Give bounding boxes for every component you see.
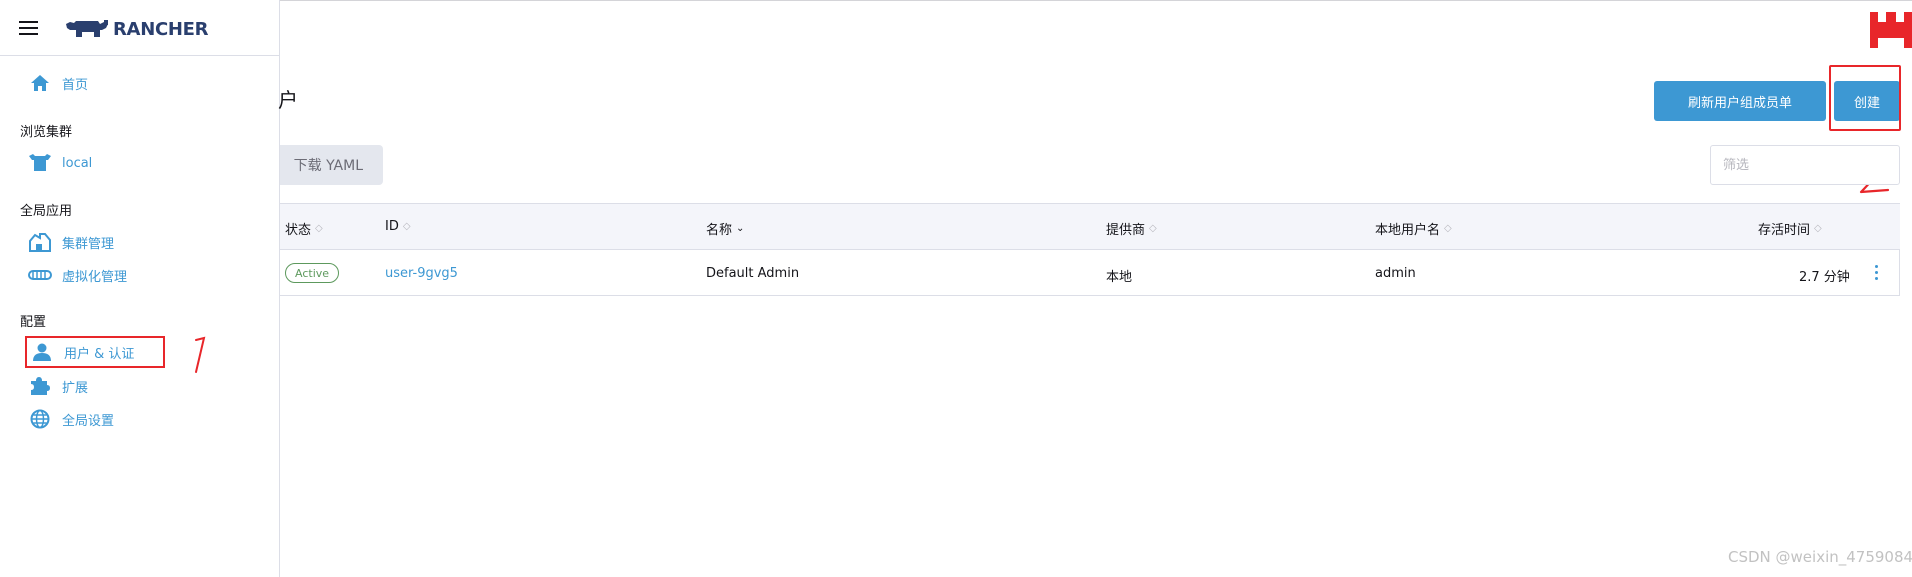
column-label: 提供商 — [1106, 223, 1146, 238]
watermark: CSDN @weixin_47590846 — [1728, 548, 1912, 566]
sidebar-item-home[interactable]: 首页 — [28, 71, 88, 95]
sidebar-item-global-settings[interactable]: 全局设置 — [28, 407, 114, 431]
rancher-cow-icon — [66, 20, 108, 37]
annotation-step-1 — [195, 336, 206, 373]
row-actions-icon[interactable] — [1869, 262, 1885, 282]
table-header: 状态 ◇ ID ◇ 名称 ⌄ 提供商 ◇ 本地用户名 ◇ 存活时间 ◇ — [280, 204, 1900, 250]
button-label: 下载 YAML — [293, 158, 363, 174]
sort-icon: ◇ — [1149, 223, 1157, 234]
sidebar-item-label: 用户 & 认证 — [64, 346, 135, 362]
page-title: 户 — [278, 88, 298, 112]
download-yaml-button[interactable]: 下载 YAML — [280, 145, 383, 185]
sort-icon: ◇ — [315, 223, 323, 234]
sidebar-item-users-auth[interactable]: 用户 & 认证 — [25, 336, 165, 368]
sidebar-item-label: 扩展 — [62, 380, 89, 396]
sidebar-item-label: 全局设置 — [62, 413, 115, 429]
button-label: 刷新用户组成员单 — [1687, 95, 1792, 111]
sidebar-item-label: 虚拟化管理 — [62, 269, 128, 285]
nav-group-title: 全局应用 — [20, 204, 73, 219]
column-label: 存活时间 — [1758, 223, 1811, 238]
user-id-link[interactable]: user-9gvg5 — [385, 266, 458, 281]
sidebar-item-label: local — [62, 155, 93, 171]
sort-icon: ◇ — [1444, 223, 1452, 234]
brand-corner-icon[interactable] — [1870, 12, 1912, 48]
globe-icon — [28, 409, 52, 429]
menu-icon[interactable] — [19, 21, 38, 35]
users-table: 状态 ◇ ID ◇ 名称 ⌄ 提供商 ◇ 本地用户名 ◇ 存活时间 ◇ Active use… — [280, 203, 1900, 296]
cow-icon — [28, 153, 52, 173]
top-border — [0, 0, 1912, 1]
refresh-group-membership-button[interactable]: 刷新用户组成员单 — [1654, 81, 1826, 121]
nav-group-title: 浏览集群 — [20, 125, 73, 140]
sidebar-header: RANCHER — [0, 0, 280, 56]
sidebar-item-label: 首页 — [62, 77, 89, 93]
puzzle-icon — [28, 376, 52, 396]
sidebar-item-cluster-management[interactable]: 集群管理 — [28, 230, 114, 254]
user-age: 2.7 分钟 — [1799, 270, 1850, 285]
column-header-username[interactable]: 本地用户名 ◇ — [1375, 219, 1452, 238]
column-label: 状态 — [285, 223, 312, 238]
user-icon — [30, 342, 54, 362]
sidebar: RANCHER 首页 浏览集群 local 全局应用 集群管理 虚拟化管理 配置… — [0, 0, 280, 577]
column-label: 本地用户名 — [1375, 223, 1441, 238]
column-header-name[interactable]: 名称 ⌄ — [706, 219, 744, 238]
sort-desc-icon: ⌄ — [736, 223, 745, 234]
rancher-logo[interactable]: RANCHER — [64, 16, 208, 42]
user-provider: 本地 — [1106, 270, 1133, 285]
user-name: Default Admin — [706, 266, 800, 281]
sidebar-item-label: 集群管理 — [62, 236, 115, 252]
farm-icon — [28, 232, 52, 252]
brand-name: RANCHER — [113, 18, 209, 40]
sidebar-item-local[interactable]: local — [28, 151, 92, 175]
sidebar-item-extensions[interactable]: 扩展 — [28, 374, 88, 398]
home-icon — [28, 73, 52, 93]
column-header-id[interactable]: ID ◇ — [385, 219, 411, 234]
filter-input[interactable] — [1710, 145, 1900, 185]
column-header-age[interactable]: 存活时间 ◇ — [1758, 219, 1822, 238]
sort-icon: ◇ — [402, 221, 411, 232]
column-label: 名称 — [706, 223, 733, 238]
status-badge: Active — [285, 263, 340, 283]
annotation-highlight-create — [1829, 65, 1901, 131]
column-label: ID — [385, 219, 399, 234]
nav-group-title: 配置 — [20, 315, 47, 330]
column-header-status[interactable]: 状态 ◇ — [285, 219, 323, 238]
user-username: admin — [1375, 266, 1416, 281]
harvester-icon — [28, 265, 52, 285]
sort-icon: ◇ — [1814, 223, 1822, 234]
column-header-provider[interactable]: 提供商 ◇ — [1106, 219, 1157, 238]
sidebar-item-virtualization[interactable]: 虚拟化管理 — [28, 263, 127, 287]
